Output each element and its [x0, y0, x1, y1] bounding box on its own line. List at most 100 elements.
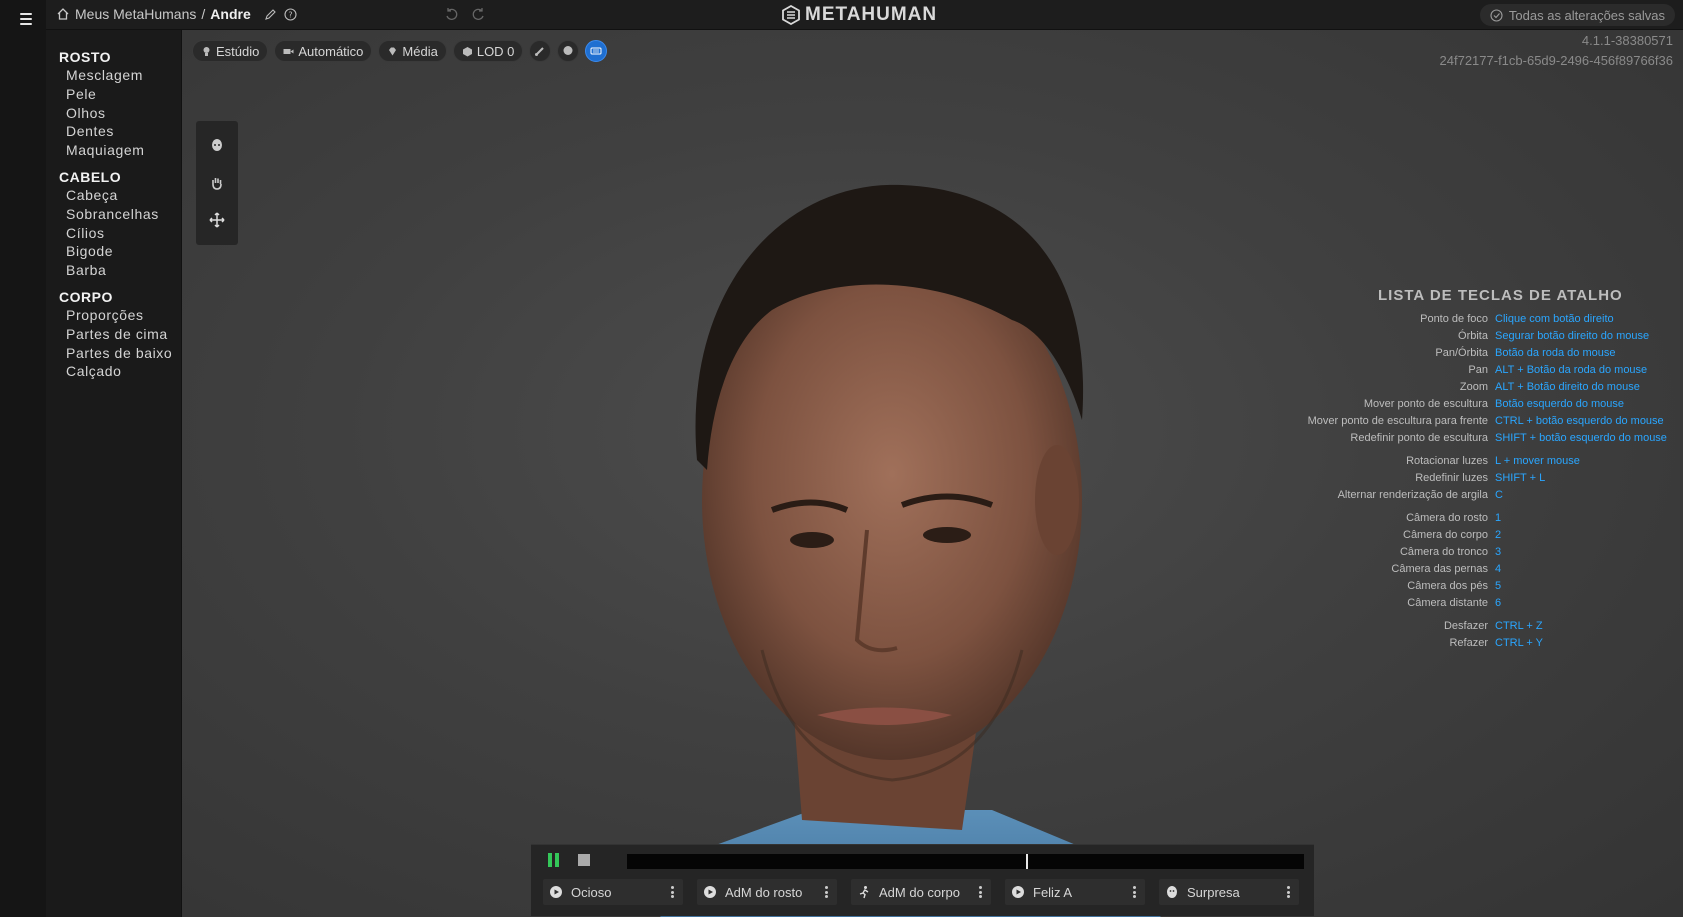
animation-label: AdM do corpo	[879, 884, 960, 900]
save-status-text: Todas as alterações salvas	[1508, 7, 1665, 23]
top-bar: Meus MetaHumans / Andre ? METAHUMAN Toda…	[46, 0, 1683, 30]
animation-preset[interactable]: Surpresa	[1159, 879, 1299, 905]
viewport-toolbar: Estúdio Automático Média LOD 0	[192, 40, 608, 62]
shortcut-row: Zoom ALT + Botão direito do mouse	[1182, 379, 1682, 396]
shortcut-action: Redefinir ponto de escultura	[1350, 432, 1488, 444]
clay-render-button[interactable]	[557, 40, 580, 62]
shortcut-key: CTRL + Z	[1495, 620, 1543, 632]
sidebar-item-partes-de-cima[interactable]: Partes de cima	[46, 325, 181, 344]
shortcut-row: Alternar renderização de argila C	[1182, 487, 1682, 504]
shortcut-key: CTRL + Y	[1495, 637, 1543, 649]
animation-label: Surpresa	[1187, 884, 1240, 900]
3d-viewport[interactable]: Estúdio Automático Média LOD 0 4.1.1-383…	[182, 30, 1683, 917]
shortcut-row: Mover ponto de escultura para frente CTRL…	[1182, 413, 1682, 430]
animation-preset[interactable]: AdM do rosto	[697, 879, 837, 905]
animation-presets: Ocioso AdM do rosto AdM do corpo Feliz A Sur…	[543, 879, 1299, 905]
shortcut-action: Mover ponto de escultura para frente	[1307, 415, 1488, 427]
shortcut-key: Clique com botão direito	[1495, 313, 1614, 325]
more-options-icon[interactable]	[667, 885, 677, 899]
shortcut-list-title: LISTA DE TECLAS DE ATALHO	[1378, 287, 1623, 304]
stop-icon[interactable]	[578, 854, 590, 866]
shortcut-action: Câmera das pernas	[1391, 563, 1488, 575]
breadcrumb-root[interactable]: Meus MetaHumans	[75, 6, 196, 22]
hand-move-icon[interactable]	[209, 175, 225, 191]
animation-preset[interactable]: Ocioso	[543, 879, 683, 905]
running-figure-icon	[859, 886, 869, 899]
animation-preset[interactable]: Feliz A	[1005, 879, 1145, 905]
lod-label: LOD 0	[476, 43, 515, 59]
sidebar-item-olhos[interactable]: Olhos	[46, 104, 181, 123]
camera-button[interactable]: Automático	[274, 40, 373, 62]
help-icon[interactable]: ?	[284, 7, 297, 21]
edit-pencil-icon[interactable]	[264, 8, 277, 21]
check-circle-icon	[1490, 8, 1503, 22]
shortcut-row: Câmera do tronco 3	[1182, 544, 1682, 561]
lighting-button[interactable]: Estúdio	[192, 40, 269, 62]
shortcut-action: Mover ponto de escultura	[1363, 398, 1488, 410]
quality-button[interactable]: Média	[378, 40, 447, 62]
sidebar-item-partes-de-baixo[interactable]: Partes de baixo	[46, 344, 181, 363]
timeline-track[interactable]	[627, 854, 1304, 869]
shortcut-action: Redefinir luzes	[1415, 472, 1488, 484]
undo-redo-group	[444, 7, 486, 21]
sidebar-item-mesclagem[interactable]: Mesclagem	[46, 66, 181, 85]
sidebar-item-cabeca[interactable]: Cabeça	[46, 186, 181, 205]
sidebar-item-proporcoes[interactable]: Proporções	[46, 306, 181, 325]
shortcut-key: Botão esquerdo do mouse	[1495, 398, 1625, 410]
undo-icon[interactable]	[444, 7, 458, 21]
shortcut-action: Pan/Órbita	[1435, 347, 1488, 359]
sidebar-item-pele[interactable]: Pele	[46, 85, 181, 104]
animation-preset[interactable]: AdM do corpo	[851, 879, 991, 905]
shortcut-row: Câmera das pernas 4	[1182, 561, 1682, 578]
shortcut-key: L + mover mouse	[1495, 455, 1580, 467]
shortcut-key: ALT + Botão direito do mouse	[1495, 381, 1640, 393]
version-hash: 24f72177-f1cb-65d9-2496-456f89766f36	[1439, 53, 1673, 68]
hamburger-menu-icon[interactable]	[20, 8, 42, 30]
sidebar-item-maquiagem[interactable]: Maquiagem	[46, 141, 181, 160]
shortcut-action: Refazer	[1449, 637, 1488, 649]
camera-label: Automático	[298, 43, 364, 59]
shortcut-key: ALT + Botão da roda do mouse	[1495, 364, 1648, 376]
shortcut-action: Câmera distante	[1407, 597, 1488, 609]
shortcut-key: SHIFT + botão esquerdo do mouse	[1495, 432, 1667, 444]
sidebar-item-sobrancelhas[interactable]: Sobrancelhas	[46, 205, 181, 224]
lod-button[interactable]: LOD 0	[452, 40, 524, 62]
diamond-icon	[389, 47, 397, 55]
shortcut-action: Câmera dos pés	[1407, 580, 1488, 592]
move-arrows-icon[interactable]	[209, 212, 225, 228]
play-circle-icon	[550, 886, 562, 898]
animation-label: Ocioso	[571, 884, 612, 900]
shortcut-row: Pan ALT + Botão da roda do mouse	[1182, 362, 1682, 379]
pause-icon[interactable]	[548, 853, 562, 869]
home-icon[interactable]	[56, 7, 70, 21]
sidebar-item-barba[interactable]: Barba	[46, 261, 181, 280]
cube-icon	[462, 46, 472, 56]
shortcut-action: Ponto de foco	[1420, 313, 1488, 325]
shortcut-action: Desfazer	[1443, 620, 1488, 632]
keyboard-icon	[590, 47, 602, 55]
more-options-icon[interactable]	[1129, 885, 1139, 899]
shortcut-key: 4	[1495, 563, 1502, 575]
sidebar-item-cilios[interactable]: Cílios	[46, 224, 181, 243]
sidebar-item-dentes[interactable]: Dentes	[46, 122, 181, 141]
save-status: Todas as alterações salvas	[1479, 4, 1675, 26]
brush-icon	[535, 47, 545, 56]
section-title-corpo: CORPO	[59, 288, 113, 305]
head-silhouette-icon	[563, 46, 573, 55]
sculpt-button[interactable]	[529, 40, 552, 62]
more-options-icon[interactable]	[1283, 885, 1293, 899]
timeline-playhead[interactable]	[1026, 854, 1028, 869]
more-options-icon[interactable]	[975, 885, 985, 899]
keyboard-shortcuts-button[interactable]	[585, 40, 608, 62]
shortcut-row: Redefinir ponto de escultura SHIFT + botã…	[1182, 430, 1682, 447]
more-options-icon[interactable]	[821, 885, 831, 899]
redo-icon[interactable]	[472, 7, 486, 21]
shortcut-key: Segurar botão direito do mouse	[1495, 330, 1650, 342]
section-title-cabelo: CABELO	[59, 168, 122, 185]
svg-text:?: ?	[288, 10, 292, 19]
face-select-icon[interactable]	[209, 138, 225, 154]
sidebar-item-calcado[interactable]: Calçado	[46, 362, 181, 381]
sidebar-item-bigode[interactable]: Bigode	[46, 242, 181, 261]
shortcut-key: 2	[1495, 529, 1502, 541]
breadcrumb-current: Andre	[210, 6, 251, 22]
